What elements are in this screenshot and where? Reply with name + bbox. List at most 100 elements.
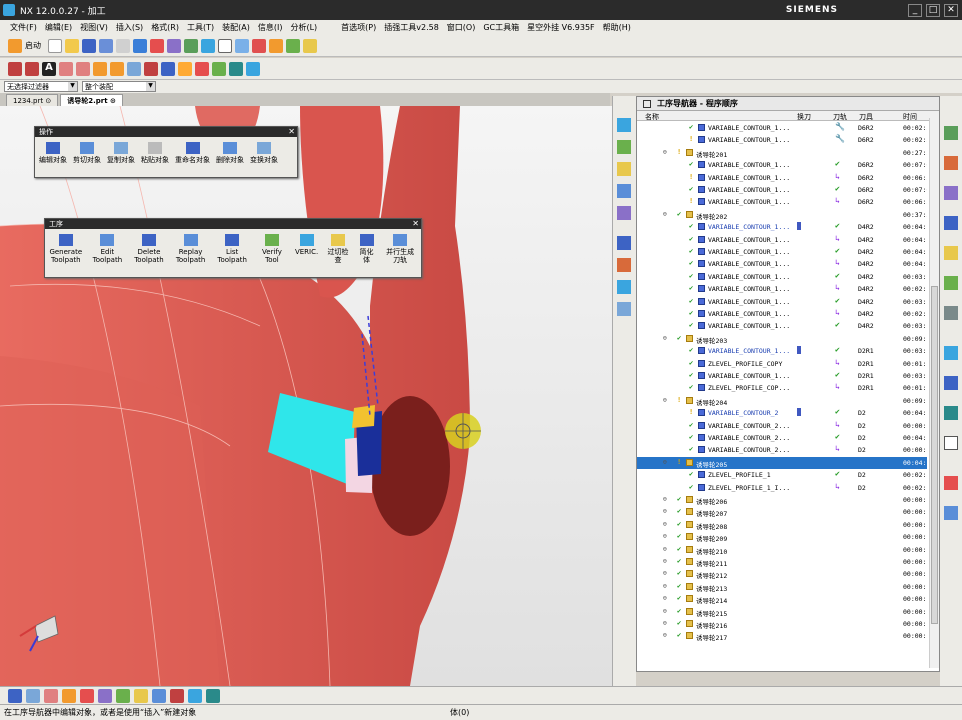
navigator-scrollbar[interactable] — [929, 118, 939, 668]
col-tool-change[interactable]: 换刀 — [797, 112, 811, 122]
operation-row[interactable]: ✔ VARIABLE_CONTOUR_1... ✔ D6R2 00:07:0 — [637, 184, 927, 196]
operation-row[interactable]: ! VARIABLE_CONTOUR_1... ↳ D6R2 00:06:5 — [637, 172, 927, 184]
menu-item[interactable]: 分析(L) — [290, 22, 317, 33]
history-icon[interactable] — [617, 184, 631, 198]
operation-row[interactable]: ✔ VARIABLE_CONTOUR_1... ✔ D4R2 00:04: — [637, 221, 927, 233]
program-group-row[interactable]: ⊖ ✔ 诱导轮214 00:00: — [637, 593, 927, 605]
collapse-icon[interactable]: ⊖ — [663, 631, 667, 639]
operation-row[interactable]: ✔ VARIABLE_CONTOUR_1... ↳ D4R2 00:02: — [637, 308, 927, 320]
col-time[interactable]: 时间 — [903, 112, 917, 122]
square-icon[interactable] — [944, 436, 958, 450]
tab-1234[interactable]: 1234.prt ⊙ — [6, 94, 59, 106]
operation-row[interactable]: ✔ VARIABLE_CONTOUR_1... ✔ D4R2 00:03: — [637, 271, 927, 283]
edge-icon[interactable] — [62, 688, 76, 703]
ruler-icon[interactable] — [944, 246, 958, 260]
shaded-view-icon[interactable] — [201, 38, 215, 53]
navigator-icon[interactable] — [617, 118, 631, 132]
operation-row[interactable]: ✔ VARIABLE_CONTOUR_2... ↳ D2 00:00: — [637, 444, 927, 456]
tangent-icon[interactable] — [206, 688, 220, 703]
operation-row[interactable]: ✔ VARIABLE_CONTOUR_2... ✔ D2 00:04: — [637, 432, 927, 444]
operation-row[interactable]: ✔ VARIABLE_CONTOUR_1... ✔ D4R2 00:03: — [637, 320, 927, 332]
snap-point-icon[interactable] — [26, 688, 40, 703]
geometry-view-icon[interactable] — [617, 302, 631, 316]
operation-row[interactable]: ✔ VARIABLE_CONTOUR_1... ✔ D4R2 00:04: — [637, 246, 927, 258]
maximize-button[interactable]: □ — [926, 3, 940, 17]
collapse-icon[interactable]: ⊖ — [663, 619, 667, 627]
dialog-button[interactable]: 简化体 — [358, 234, 376, 264]
open-folder-icon[interactable] — [65, 38, 79, 53]
new-file-icon[interactable] — [48, 38, 62, 53]
collapse-icon[interactable]: ⊖ — [663, 582, 667, 590]
dialog-button[interactable]: 并行生成刀轨 — [383, 234, 417, 264]
menu-item[interactable]: 文件(F) — [10, 22, 37, 33]
block-icon[interactable] — [93, 61, 107, 76]
wcs-icon[interactable] — [252, 38, 266, 53]
operation-row[interactable]: ✔ VARIABLE_CONTOUR_1... ✔ D2R1 00:03: — [637, 370, 927, 382]
save-icon[interactable] — [82, 38, 96, 53]
program-icon[interactable] — [944, 186, 958, 200]
program-group-row[interactable]: ⊖! 诱导轮204 00:09: — [637, 395, 927, 407]
collapse-icon[interactable]: ⊖ — [663, 396, 667, 404]
dialog-button[interactable]: 删除对象 — [216, 142, 244, 164]
operation-row[interactable]: ✔ ZLEVEL_PROFILE_COPY ↳ D2R1 00:01: — [637, 358, 927, 370]
dialog-button[interactable]: 过切检查 — [326, 234, 350, 264]
start-icon[interactable] — [8, 38, 22, 53]
program-group-row[interactable]: ⊖ ✔ 诱导轮212 00:00: — [637, 568, 927, 580]
play-icon[interactable] — [944, 476, 958, 490]
cut-icon[interactable] — [116, 38, 130, 53]
workpiece-icon[interactable] — [944, 126, 958, 140]
program-group-row[interactable]: ⊖ ✔ 诱导轮213 00:00: — [637, 581, 927, 593]
roles-icon[interactable] — [617, 206, 631, 220]
measure-icon[interactable] — [150, 38, 164, 53]
sketch-icon[interactable] — [127, 61, 141, 76]
operation-row[interactable]: ✔ VARIABLE_CONTOUR_1... 🔧 D6R2 00:02:5 — [637, 122, 927, 134]
undo-icon[interactable] — [99, 38, 113, 53]
col-toolpath[interactable]: 刀轨 — [833, 112, 847, 122]
program-group-row[interactable]: ⊖ ✔ 诱导轮206 00:00: — [637, 494, 927, 506]
col-tool[interactable]: 刀具 — [859, 112, 873, 122]
menu-item[interactable]: 星空外挂 V6.935F — [527, 22, 595, 33]
program-group-row[interactable]: ⊖ ✔ 诱导轮203 00:09: — [637, 333, 927, 345]
operation-row[interactable]: ✔ VARIABLE_CONTOUR_1... ↳ D4R2 00:04: — [637, 258, 927, 270]
dialog-button[interactable]: Edit Toolpath — [91, 234, 125, 264]
line-icon[interactable] — [8, 61, 22, 76]
quadrant-icon[interactable] — [188, 688, 202, 703]
collapse-icon[interactable]: ⊖ — [663, 532, 667, 540]
operation-row[interactable]: ✔ ZLEVEL_PROFILE_1 ✔ D2 00:02: — [637, 469, 927, 481]
feature-navigator-icon[interactable] — [617, 280, 631, 294]
operation-row[interactable]: ✔ VARIABLE_CONTOUR_2... ↳ D2 00:00: — [637, 420, 927, 432]
info-icon[interactable] — [944, 376, 958, 390]
close-icon[interactable]: ✕ — [288, 127, 295, 136]
program-group-row[interactable]: ⊖ ✔ 诱导轮210 00:00: — [637, 544, 927, 556]
midpoint-icon[interactable] — [134, 688, 148, 703]
dialog-button[interactable]: 重命名对象 — [175, 142, 210, 164]
tool-icon[interactable] — [269, 38, 283, 53]
extrude-icon[interactable] — [59, 61, 73, 76]
time-icon[interactable] — [944, 406, 958, 420]
operation-row[interactable]: ✔ VARIABLE_CONTOUR_1... ✔ D6R2 00:07:0 — [637, 159, 927, 171]
monitor-icon[interactable] — [229, 61, 243, 76]
grid-icon[interactable] — [944, 506, 958, 520]
program-group-row[interactable]: ⊖ ✔ 诱导轮202 00:37:3 — [637, 209, 927, 221]
program-group-row[interactable]: ⊖ ✔ 诱导轮211 00:00: — [637, 556, 927, 568]
arc-icon[interactable] — [25, 61, 39, 76]
revolve-icon[interactable] — [76, 61, 90, 76]
collapse-icon[interactable]: ⊖ — [663, 210, 667, 218]
menu-item[interactable]: 插入(S) — [116, 22, 143, 33]
text-icon[interactable]: A — [42, 61, 56, 76]
dialog-button[interactable]: 编辑对象 — [39, 142, 67, 164]
start-button[interactable]: 启动 — [25, 40, 41, 51]
dialog-button[interactable]: Delete Toolpath — [132, 234, 166, 264]
scroll-thumb[interactable] — [931, 286, 938, 624]
dialog-button[interactable]: Generate Toolpath — [49, 234, 83, 264]
collapse-icon[interactable]: ⊖ — [663, 569, 667, 577]
fit-view-icon[interactable] — [184, 38, 198, 53]
postprocess-icon[interactable] — [195, 61, 209, 76]
spline-icon[interactable] — [144, 61, 158, 76]
collapse-icon[interactable]: ⊖ — [663, 594, 667, 602]
close-icon[interactable]: ✕ — [412, 219, 419, 228]
operation-row[interactable]: ✔ VARIABLE_CONTOUR_1... ↳ D4R2 00:04: — [637, 234, 927, 246]
col-name[interactable]: 名称 — [645, 112, 659, 122]
method-icon[interactable] — [303, 38, 317, 53]
menu-item[interactable]: 视图(V) — [80, 22, 108, 33]
